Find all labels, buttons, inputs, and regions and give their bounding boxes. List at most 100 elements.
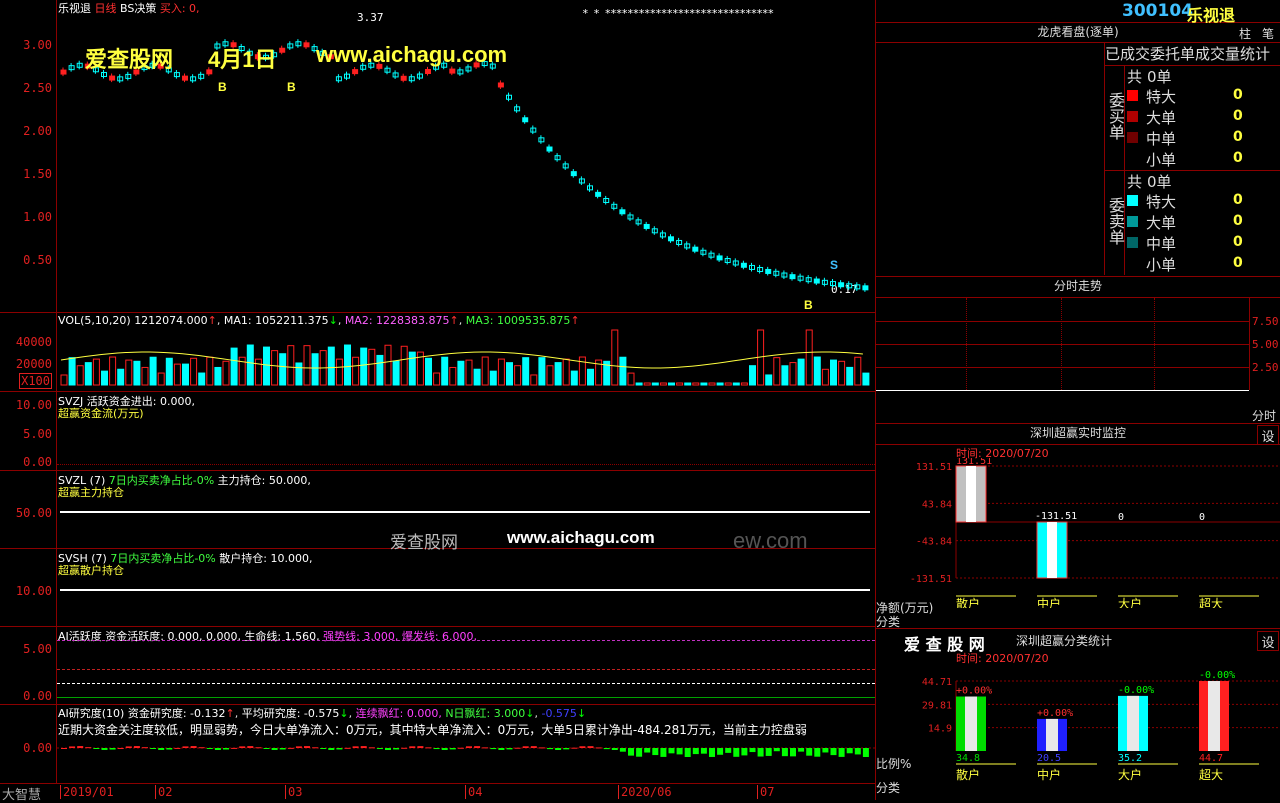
monitor-settings-button[interactable]: 设 <box>1257 425 1279 445</box>
volume-bar <box>765 374 773 386</box>
volume-panel[interactable]: 40000 20000 X100 VOL(5,10,20) 1212074.00… <box>0 313 875 392</box>
classify-value-label: 20.5 <box>1037 753 1061 764</box>
volume-bar <box>149 356 157 386</box>
ai-bar <box>385 748 391 750</box>
ai-bar <box>125 746 132 748</box>
dragon-tiger-panel[interactable]: 龙虎看盘(逐单) 柱 笔 已成交委托单成交量统计 委买单 共 0单 特大 0 大单 0… <box>876 23 1280 277</box>
svzj-baseline <box>57 464 875 465</box>
volume-bar <box>311 353 319 386</box>
svzl-line <box>60 511 870 513</box>
volume-bar <box>740 382 748 386</box>
volume-bar <box>279 353 287 386</box>
ai-bar <box>862 748 869 757</box>
buy-total: 0单 <box>1147 68 1172 86</box>
order-row: 大单 0 <box>1127 212 1277 232</box>
classify-panel[interactable]: 爱 查 股 网 深圳超赢分类统计 设 时间: 2020/07/20 44.71 2… <box>876 629 1280 800</box>
volume-bar <box>846 366 854 386</box>
ai-bar <box>312 747 319 749</box>
volume-bar <box>101 370 108 386</box>
volume-bar <box>76 365 84 386</box>
sell-label: 委卖单 <box>1105 171 1125 275</box>
order-row: 小单 0 <box>1127 149 1277 169</box>
dragon-title: 龙虎看盘(逐单) <box>876 23 1280 43</box>
monitor-bar-label: 131.51 <box>956 458 992 467</box>
buy-total-label: 共 <box>1127 68 1143 86</box>
volume-bar <box>749 365 756 386</box>
classify-settings-button[interactable]: 设 <box>1257 631 1279 651</box>
candle-body <box>862 285 869 291</box>
volume-bar <box>222 360 230 386</box>
classify-bar-highlight <box>965 696 977 751</box>
candle-body <box>740 262 747 268</box>
ai-active-panel[interactable]: 5.00 0.00 AI活跃度 资金活跃度: 0.000, 0.000, 生命线… <box>0 627 875 705</box>
candle-body <box>765 268 772 274</box>
ai-active-header: AI活跃度 资金活跃度: 0.000, 0.000, 生命线: 1.560, 强… <box>58 630 478 643</box>
ai-bar <box>360 746 367 748</box>
monitor-category-label: 大户 <box>1118 596 1142 608</box>
watermark-url-2: www.aichagu.com <box>507 528 655 547</box>
ai-bar <box>482 747 489 749</box>
classify-value-label: 44.7 <box>1199 753 1223 764</box>
volume-bar <box>538 357 546 386</box>
ai-bar <box>279 748 286 750</box>
ai-bar <box>498 748 505 750</box>
monitor-bar-label: -131.51 <box>1035 511 1077 522</box>
volume-bar <box>805 329 813 386</box>
ai-life-line <box>57 683 875 684</box>
ai-bar <box>514 747 521 749</box>
watermark-date: 4月1日 <box>208 47 277 72</box>
order-color-swatch <box>1127 195 1138 206</box>
order-row: 大单 0 <box>1127 107 1277 127</box>
button-bi[interactable]: 笔 <box>1262 25 1274 42</box>
ai-zero-line <box>57 697 875 698</box>
classify-pct-label: +0.00% <box>956 686 992 697</box>
volume-bar <box>165 357 173 386</box>
candle-body <box>692 246 699 252</box>
ai-bar <box>660 748 667 757</box>
signal-b1: B <box>218 80 227 94</box>
ai-bar <box>101 748 108 750</box>
ai-bar <box>636 748 643 757</box>
order-color-swatch <box>1127 153 1138 164</box>
sell-total: 0单 <box>1147 173 1172 191</box>
volume-bar <box>133 360 141 386</box>
classify-category-label: 超大 <box>1199 767 1223 782</box>
intraday-panel[interactable]: 分时走势 7.50 5.00 2.50 分时 <box>876 277 1280 424</box>
volume-bar <box>554 362 562 386</box>
candle-body <box>546 146 553 152</box>
dragon-blank <box>876 43 1105 275</box>
volume-bar <box>327 346 335 386</box>
ai-bar <box>239 746 246 748</box>
order-type-label: 特大 <box>1146 193 1177 211</box>
volume-bar <box>797 358 805 386</box>
ai-bar <box>401 747 408 749</box>
monitor-ytick: -131.51 <box>910 574 952 585</box>
ai-bar <box>263 748 270 749</box>
ai-bar <box>206 748 213 749</box>
ai-research-panel[interactable]: 0.00 AI研究度(10) 资金研究度: -0.132↑, 平均研究度: -0… <box>0 705 875 784</box>
ai-bar <box>198 747 205 749</box>
order-color-swatch <box>1127 258 1138 269</box>
intraday-grid <box>876 298 1250 390</box>
order-row: 特大 0 <box>1127 191 1277 211</box>
ai-bar <box>166 748 173 750</box>
order-type-label: 中单 <box>1146 130 1177 148</box>
volume-bar <box>400 345 408 386</box>
ai-bar <box>790 748 796 757</box>
volume-bar <box>530 374 538 386</box>
candle-body <box>352 69 359 75</box>
monitor-bar-label: 0 <box>1199 512 1205 523</box>
button-zhu[interactable]: 柱 <box>1239 25 1251 42</box>
volume-bar <box>92 358 100 386</box>
candle-body <box>279 47 286 53</box>
volume-bar <box>619 356 627 386</box>
volume-bar <box>724 382 732 386</box>
price-panel[interactable]: 3.00 2.50 2.00 1.50 1.00 0.50 乐视退 日线 BS决… <box>0 0 875 313</box>
ai-bar <box>85 747 92 749</box>
ai-bar <box>133 746 140 748</box>
svsh-panel[interactable]: 10.00 SVSH (7) 7日内买卖净占比-0% 散户持仓: 10.000,… <box>0 549 875 627</box>
volume-bar <box>287 345 295 386</box>
realtime-monitor-panel[interactable]: 深圳超赢实时监控 设 时间: 2020/07/20 131.51 43.84 -43… <box>876 424 1280 629</box>
svzj-panel[interactable]: 10.00 5.00 0.00 SVZJ 活跃资金进出: 0.000, 超赢资金… <box>0 392 875 471</box>
volume-axis: 40000 20000 X100 <box>0 313 57 391</box>
